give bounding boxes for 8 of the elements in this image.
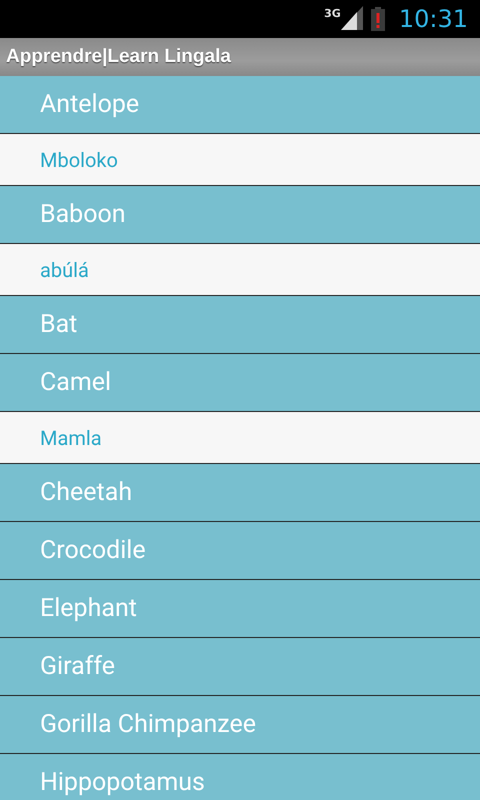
battery-alert-icon [370, 7, 385, 31]
network-type: 3G [324, 8, 341, 19]
translation-item[interactable]: Mboloko [0, 134, 480, 186]
clock-time: 10:31 [398, 5, 468, 33]
app-title: Apprendre|Learn Lingala [6, 46, 231, 68]
signal-icon [340, 6, 363, 30]
translation-item[interactable]: abúlá [0, 244, 480, 296]
translation-item[interactable]: Mamla [0, 412, 480, 464]
